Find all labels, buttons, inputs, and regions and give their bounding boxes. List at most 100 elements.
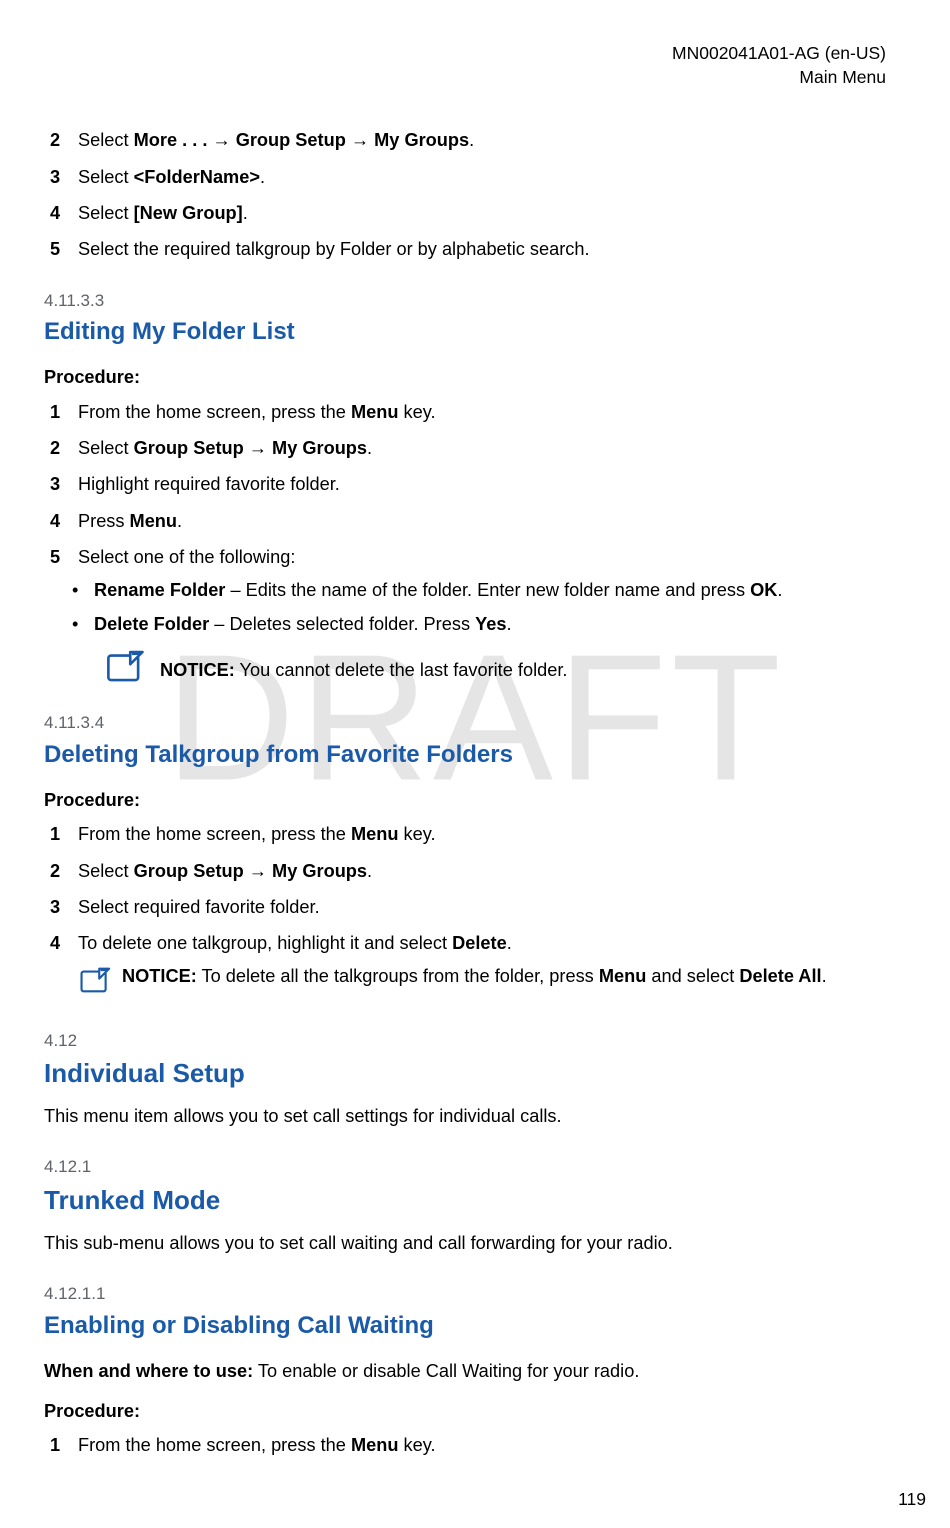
section-number: 4.12.1.1 (44, 1282, 906, 1307)
text-bold: Delete All (739, 966, 821, 986)
text: key. (398, 824, 435, 844)
text: → (244, 861, 272, 881)
text-bold: Menu (351, 402, 399, 422)
list-item: 1 From the home screen, press the Menu k… (44, 399, 906, 425)
text: key. (398, 1435, 435, 1455)
step-number: 4 (50, 508, 78, 534)
bullet-item: • Delete Folder – Deletes selected folde… (44, 611, 906, 637)
section-number: 4.12.1 (44, 1155, 906, 1180)
section-number: 4.11.3.3 (44, 289, 906, 314)
text-bold: Yes (475, 614, 506, 634)
text: . (367, 861, 372, 881)
text-bold: My Groups (272, 861, 367, 881)
procedure-steps: 1 From the home screen, press the Menu k… (44, 1432, 906, 1458)
text: – Deletes selected folder. Press (209, 614, 475, 634)
text: . (177, 511, 182, 531)
text-bold: OK (750, 580, 777, 600)
step-number: 1 (50, 821, 78, 847)
text: From the home screen, press the (78, 1435, 351, 1455)
text: To delete one talkgroup, highlight it an… (78, 933, 452, 953)
step-number: 3 (50, 894, 78, 920)
step-text: Select one of the following: (78, 544, 906, 570)
step-number: 2 (50, 858, 78, 884)
text-bold: Menu (599, 966, 647, 986)
step-text: From the home screen, press the Menu key… (78, 821, 906, 847)
notice-text: NOTICE: To delete all the talkgroups fro… (122, 963, 906, 989)
procedure-label: Procedure: (44, 1398, 906, 1424)
text-bold: [New Group] (134, 203, 243, 223)
section-heading: Enabling or Disabling Call Waiting (44, 1309, 906, 1344)
text-bold: Menu (351, 824, 399, 844)
page-number: 119 (898, 1487, 926, 1512)
step-text: Highlight required favorite folder. (78, 471, 906, 497)
text-bold: Delete Folder (94, 614, 209, 634)
notice-icon (78, 965, 112, 995)
list-item: 4 To delete one talkgroup, highlight it … (44, 930, 906, 956)
step-number: 2 (50, 435, 78, 461)
when-where: When and where to use: To enable or disa… (44, 1358, 906, 1384)
text-bold: My Groups (272, 438, 367, 458)
text: and select (646, 966, 739, 986)
bullet-marker: • (72, 611, 94, 637)
text: . (367, 438, 372, 458)
step-number: 5 (50, 236, 78, 262)
top-steps-list: 2 Select More . . . → Group Setup → My G… (44, 127, 906, 263)
bullet-text: Rename Folder – Edits the name of the fo… (94, 577, 906, 603)
text-bold: Group Setup (134, 861, 244, 881)
notice-block: NOTICE: You cannot delete the last favor… (104, 645, 906, 685)
text: . (777, 580, 782, 600)
notice-text: NOTICE: You cannot delete the last favor… (160, 645, 906, 683)
step-text: Select <FolderName>. (78, 164, 906, 190)
step-number: 5 (50, 544, 78, 570)
list-item: 1 From the home screen, press the Menu k… (44, 1432, 906, 1458)
step-text: To delete one talkgroup, highlight it an… (78, 930, 906, 956)
text: key. (398, 402, 435, 422)
section-heading: Individual Setup (44, 1055, 906, 1093)
page-header: MN002041A01-AG (en-US) Main Menu (24, 42, 886, 89)
text-bold: More . . . (134, 130, 208, 150)
text: . (469, 130, 474, 150)
text-bold: My Groups (374, 130, 469, 150)
step-number: 1 (50, 399, 78, 425)
bullet-text: Delete Folder – Deletes selected folder.… (94, 611, 906, 637)
step-number: 4 (50, 200, 78, 226)
text: . (506, 614, 511, 634)
text: – Edits the name of the folder. Enter ne… (225, 580, 750, 600)
text: Select (78, 438, 134, 458)
when-label: When and where to use: (44, 1361, 253, 1381)
section-heading: Deleting Talkgroup from Favorite Folders (44, 738, 906, 773)
text: To enable or disable Call Waiting for yo… (253, 1361, 639, 1381)
text: Highlight required favorite folder. (78, 474, 340, 494)
procedure-label: Procedure: (44, 787, 906, 813)
text-bold: Rename Folder (94, 580, 225, 600)
step-text: Select the required talkgroup by Folder … (78, 236, 906, 262)
procedure-label: Procedure: (44, 364, 906, 390)
step-number: 3 (50, 471, 78, 497)
header-section: Main Menu (24, 66, 886, 90)
text-bold: Menu (351, 1435, 399, 1455)
section-heading: Trunked Mode (44, 1182, 906, 1220)
text: Select required favorite folder. (78, 897, 320, 917)
step-text: Select required favorite folder. (78, 894, 906, 920)
text: Select one of the following: (78, 547, 295, 567)
text: . (822, 966, 827, 986)
step-text: Select More . . . → Group Setup → My Gro… (78, 127, 906, 153)
step-number: 1 (50, 1432, 78, 1458)
text: Select the required talkgroup by Folder … (78, 239, 590, 259)
list-item: 1 From the home screen, press the Menu k… (44, 821, 906, 847)
section-number: 4.11.3.4 (44, 711, 906, 736)
section-desc: This menu item allows you to set call se… (44, 1103, 906, 1129)
text: From the home screen, press the (78, 824, 351, 844)
list-item: 2 Select More . . . → Group Setup → My G… (44, 127, 906, 153)
section-number: 4.12 (44, 1029, 906, 1054)
list-item: 2 Select Group Setup → My Groups. (44, 858, 906, 884)
step-text: Press Menu. (78, 508, 906, 534)
step-text: From the home screen, press the Menu key… (78, 399, 906, 425)
text-bold: Group Setup (134, 438, 244, 458)
bullet-item: • Rename Folder – Edits the name of the … (44, 577, 906, 603)
step-text: Select Group Setup → My Groups. (78, 435, 906, 461)
text-bold: <FolderName> (134, 167, 260, 187)
step-number: 4 (50, 930, 78, 956)
text: . (260, 167, 265, 187)
notice-label: NOTICE: (122, 966, 197, 986)
